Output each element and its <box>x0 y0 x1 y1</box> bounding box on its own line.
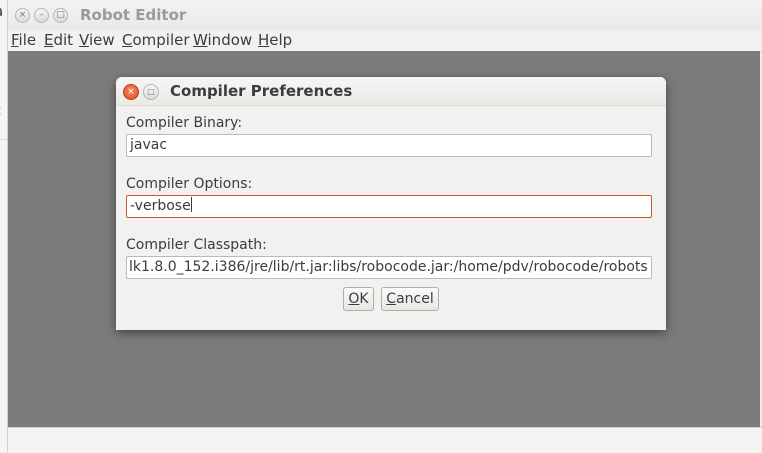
minimize-window-button[interactable]: – <box>34 8 49 23</box>
close-icon: × <box>18 10 27 20</box>
close-window-button[interactable]: × <box>15 8 30 23</box>
background-window-text: c <box>0 104 1 119</box>
window-title: Robot Editor <box>80 6 187 24</box>
menu-edit[interactable]: Edit <box>44 31 73 49</box>
menu-compiler[interactable]: Compiler <box>122 31 190 49</box>
text-caret <box>190 197 192 212</box>
cancel-button[interactable]: Cancel <box>381 287 439 311</box>
dialog-close-button[interactable]: × <box>123 84 139 100</box>
close-icon: × <box>127 87 135 97</box>
compiler-preferences-dialog: × □ Compiler Preferences Compiler Binary… <box>116 77 666 330</box>
maximize-window-button[interactable]: □ <box>53 8 68 23</box>
menu-view[interactable]: View <box>79 31 115 49</box>
status-bar <box>8 427 762 453</box>
menu-help[interactable]: Help <box>258 31 292 49</box>
dialog-titlebar: × □ Compiler Preferences <box>116 77 666 106</box>
ok-button[interactable]: OK <box>343 287 374 311</box>
compiler-options-label: Compiler Options: <box>126 176 253 192</box>
maximize-icon: □ <box>56 10 65 20</box>
dialog-maximize-button[interactable]: □ <box>143 84 159 100</box>
compiler-classpath-label: Compiler Classpath: <box>126 237 267 253</box>
background-window-edge <box>0 0 7 452</box>
dialog-title: Compiler Preferences <box>170 82 353 100</box>
window-titlebar: × – □ Robot Editor <box>8 0 762 30</box>
compiler-classpath-input[interactable]: lk1.8.0_152.i386/jre/lib/rt.jar:libs/rob… <box>126 256 652 279</box>
menu-window[interactable]: Window <box>193 31 252 49</box>
menu-bar: File Edit View Compiler Window Help <box>8 30 762 52</box>
minimize-icon: – <box>39 10 44 20</box>
background-window-text: a <box>0 2 3 20</box>
compiler-options-input[interactable]: -verbose <box>126 195 652 218</box>
compiler-binary-input[interactable]: javac <box>126 134 652 157</box>
background-window-separator <box>0 139 7 140</box>
compiler-binary-label: Compiler Binary: <box>126 115 243 131</box>
maximize-icon: □ <box>147 87 155 96</box>
menu-file[interactable]: File <box>11 31 36 49</box>
